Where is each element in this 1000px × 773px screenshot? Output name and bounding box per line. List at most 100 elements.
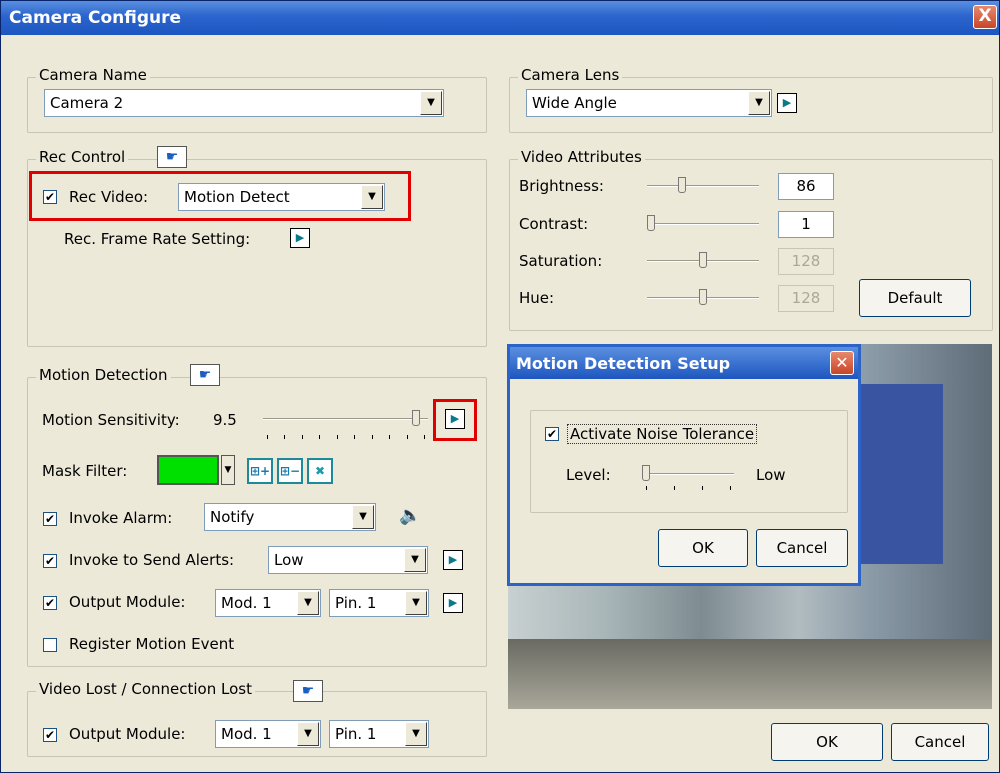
mask-add-icon[interactable]: ⊞+ xyxy=(247,458,273,484)
slider-ticks xyxy=(267,435,425,439)
slider-thumb[interactable] xyxy=(678,177,686,193)
level-label: Level: xyxy=(566,466,611,484)
output-module-play-icon[interactable]: ▶ xyxy=(443,593,463,613)
invoke-alarm-value: Notify xyxy=(210,508,255,526)
slider-track xyxy=(647,185,759,187)
hand-pointer-icon[interactable]: ☛ xyxy=(293,680,323,702)
pin-value: Pin. 1 xyxy=(335,594,377,612)
noise-level-slider[interactable] xyxy=(642,464,734,484)
camera-name-dropdown[interactable]: Camera 2 ▼ xyxy=(44,89,444,117)
chevron-down-icon: ▼ xyxy=(404,548,426,572)
slider-tick xyxy=(702,486,703,490)
close-icon[interactable]: ✕ xyxy=(830,351,854,375)
rec-video-checkbox[interactable]: ✔ xyxy=(43,190,57,204)
chevron-down-icon: ▼ xyxy=(405,722,427,746)
video-attr-label: Saturation: xyxy=(519,252,603,270)
output-module-checkbox[interactable]: ✔ xyxy=(43,596,57,610)
mask-clear-icon[interactable]: ✖ xyxy=(307,458,333,484)
module-value: Mod. 1 xyxy=(221,594,272,612)
send-alerts-label: Invoke to Send Alerts: xyxy=(69,551,235,569)
video-attr-slider[interactable] xyxy=(647,288,759,308)
window-title: Camera Configure xyxy=(9,8,182,28)
slider-tick xyxy=(267,435,268,439)
lost-output-module-label: Output Module: xyxy=(69,725,186,743)
video-attr-slider[interactable] xyxy=(647,214,759,234)
motion-sensitivity-slider[interactable] xyxy=(263,409,428,429)
video-attr-value[interactable]: 86 xyxy=(778,173,834,200)
default-button[interactable]: Default xyxy=(859,279,971,317)
video-attr-value: 128 xyxy=(778,285,834,312)
level-value-text: Low xyxy=(756,466,786,484)
speaker-icon[interactable]: 🔈 xyxy=(399,505,421,526)
video-attr-label: Hue: xyxy=(519,289,555,307)
mask-remove-icon[interactable]: ⊞− xyxy=(277,458,303,484)
hand-pointer-icon[interactable]: ☛ xyxy=(190,364,220,386)
camera-lens-dropdown[interactable]: Wide Angle ▼ xyxy=(526,89,772,117)
slider-tick xyxy=(337,435,338,439)
motion-detection-setup-dialog: Motion Detection Setup ✕ ✔ Activate Nois… xyxy=(507,344,861,586)
slider-thumb[interactable] xyxy=(699,252,707,268)
title-bar[interactable]: Camera Configure X xyxy=(1,1,999,35)
preview-floor xyxy=(508,639,992,709)
slider-track xyxy=(647,223,759,225)
lost-module-dropdown[interactable]: Mod. 1 ▼ xyxy=(215,720,321,748)
register-motion-checkbox[interactable] xyxy=(43,638,57,652)
video-attr-label: Contrast: xyxy=(519,215,589,233)
slider-tick xyxy=(372,435,373,439)
chevron-down-icon: ▼ xyxy=(361,185,383,209)
camera-lens-legend: Camera Lens xyxy=(518,66,623,84)
slider-tick xyxy=(389,435,390,439)
ok-button[interactable]: OK xyxy=(771,723,883,761)
video-lost-legend: Video Lost / Connection Lost xyxy=(36,680,255,698)
slider-thumb[interactable] xyxy=(699,289,707,305)
camera-name-legend: Camera Name xyxy=(36,66,150,84)
motion-detection-legend: Motion Detection xyxy=(36,366,171,384)
slider-tick xyxy=(284,435,285,439)
invoke-alarm-dropdown[interactable]: Notify ▼ xyxy=(204,503,376,531)
dialog-title: Motion Detection Setup xyxy=(516,354,731,373)
lost-output-module-checkbox[interactable]: ✔ xyxy=(43,728,57,742)
hand-pointer-icon[interactable]: ☛ xyxy=(157,146,187,168)
send-alerts-play-icon[interactable]: ▶ xyxy=(443,550,463,570)
slider-tick xyxy=(646,486,647,490)
module-dropdown[interactable]: Mod. 1 ▼ xyxy=(215,589,321,617)
rec-video-dropdown[interactable]: Motion Detect ▼ xyxy=(178,183,385,211)
dialog-cancel-button[interactable]: Cancel xyxy=(756,529,848,567)
rec-video-value: Motion Detect xyxy=(184,188,290,206)
lens-settings-play-icon[interactable]: ▶ xyxy=(777,93,797,113)
send-alerts-checkbox[interactable]: ✔ xyxy=(43,554,57,568)
chevron-down-icon: ▼ xyxy=(405,591,427,615)
slider-tick xyxy=(319,435,320,439)
chevron-down-icon[interactable]: ▼ xyxy=(221,455,235,485)
invoke-alarm-label: Invoke Alarm: xyxy=(69,509,173,527)
frame-rate-play-icon[interactable]: ▶ xyxy=(290,228,310,248)
lost-pin-dropdown[interactable]: Pin. 1 ▼ xyxy=(329,720,429,748)
noise-tolerance-checkbox[interactable]: ✔ xyxy=(545,427,559,441)
slider-tick xyxy=(424,435,425,439)
slider-ticks xyxy=(646,486,731,490)
video-attr-value[interactable]: 1 xyxy=(778,211,834,238)
video-attr-value: 128 xyxy=(778,248,834,275)
lost-module-value: Mod. 1 xyxy=(221,725,272,743)
slider-thumb[interactable] xyxy=(412,410,420,426)
camera-lens-value: Wide Angle xyxy=(532,94,617,112)
dialog-title-bar[interactable]: Motion Detection Setup ✕ xyxy=(510,347,858,379)
send-alerts-dropdown[interactable]: Low ▼ xyxy=(268,546,428,574)
dialog-ok-button[interactable]: OK xyxy=(658,529,748,567)
slider-thumb[interactable] xyxy=(647,215,655,231)
pin-dropdown[interactable]: Pin. 1 ▼ xyxy=(329,589,429,617)
motion-setup-play-icon[interactable]: ▶ xyxy=(445,409,465,429)
video-attr-label: Brightness: xyxy=(519,177,604,195)
chevron-down-icon: ▼ xyxy=(748,91,770,115)
lost-pin-value: Pin. 1 xyxy=(335,725,377,743)
motion-sensitivity-label: Motion Sensitivity: xyxy=(42,411,180,429)
invoke-alarm-checkbox[interactable]: ✔ xyxy=(43,512,57,526)
chevron-down-icon: ▼ xyxy=(297,591,319,615)
video-attr-slider[interactable] xyxy=(647,176,759,196)
video-attr-slider[interactable] xyxy=(647,251,759,271)
close-button[interactable]: X xyxy=(973,5,997,29)
mask-color-swatch[interactable] xyxy=(157,455,219,485)
slider-thumb[interactable] xyxy=(642,465,650,481)
preview-wall-board xyxy=(853,384,943,564)
cancel-button[interactable]: Cancel xyxy=(891,723,989,761)
